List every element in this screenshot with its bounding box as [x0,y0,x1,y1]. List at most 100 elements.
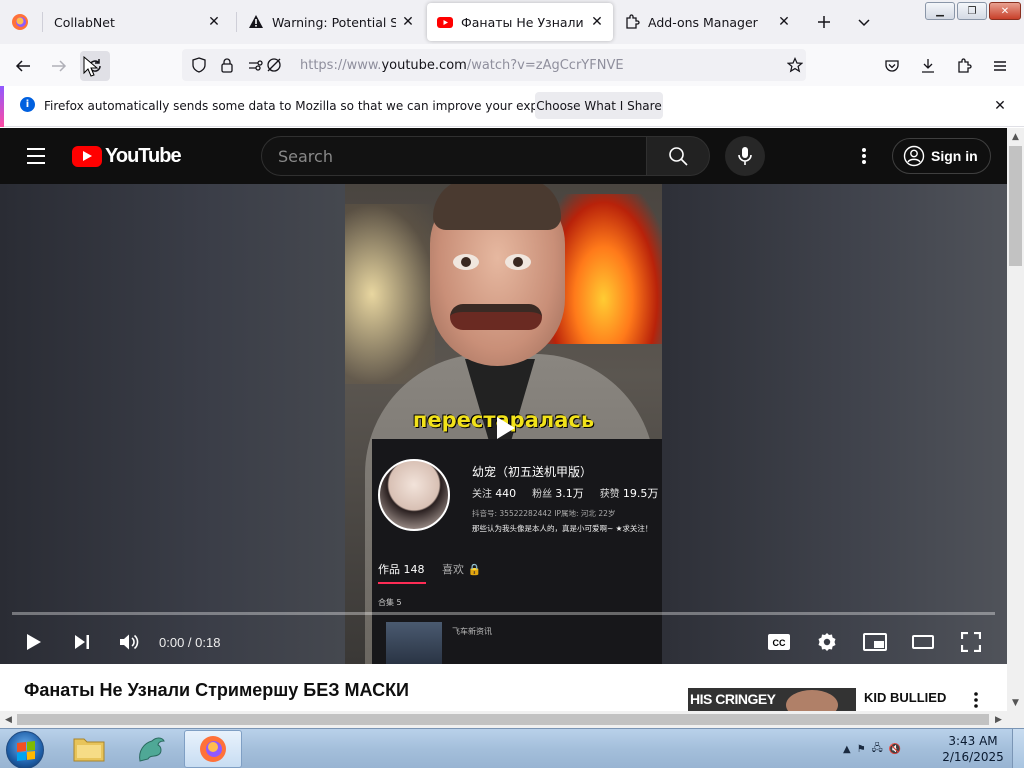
search-input[interactable]: Search [261,136,647,176]
horizontal-scrollbar[interactable]: ◀ ▶ [0,711,1024,728]
sign-in-button[interactable]: Sign in [892,138,991,174]
youtube-header: YouTube Search Sign in [0,128,1007,184]
search-button[interactable] [646,136,710,176]
scroll-left-arrow[interactable]: ◀ [0,711,17,728]
tab-addons-manager[interactable]: Add-ons Manager ✕ [614,3,800,41]
choose-what-i-share-button[interactable]: Choose What I Share [535,92,663,119]
scroll-right-arrow[interactable]: ▶ [990,711,1007,728]
scroll-down-arrow[interactable]: ▼ [1007,694,1024,711]
recommended-more-button[interactable] [968,690,984,710]
vertical-scrollbar[interactable]: ▲ ▼ [1007,128,1024,711]
stat-value: 3.1万 [555,487,584,500]
arrow-left-icon [15,60,30,72]
start-button[interactable] [6,731,44,768]
pocket-button[interactable] [877,51,907,81]
tab-collabnet[interactable]: CollabNet ✕ [44,3,230,41]
youtube-page: YouTube Search Sign in перестаралась 幼宠（… [0,128,1007,711]
youtube-logo-icon [72,146,102,167]
settings-button[interactable] [811,626,843,658]
profile-tab-works: 作品 148 [378,563,425,576]
puzzle-icon [958,58,972,73]
voice-search-button[interactable] [725,136,765,176]
tab-close-button[interactable]: ✕ [202,10,226,34]
settings-more-button[interactable] [852,144,876,168]
url-text[interactable]: https://www.youtube.com/watch?v=zAgCcrYF… [300,58,624,73]
stat-label: 关注 [472,489,492,500]
search-icon [669,147,688,166]
center-play-button[interactable] [486,408,526,448]
firefox-view-button[interactable] [8,10,32,34]
mute-button[interactable] [113,626,145,658]
show-desktop-button[interactable] [1012,729,1024,768]
fullscreen-icon [961,632,981,652]
minimize-button[interactable]: ▁ [925,2,955,20]
permissions-icon[interactable] [244,54,288,76]
tab-close-button[interactable]: ✕ [772,10,796,34]
account-icon [903,145,925,167]
volume-muted-icon[interactable]: 🔇 [889,744,901,755]
progress-bar[interactable] [12,612,995,615]
new-tab-button[interactable] [812,10,836,34]
tab-close-button[interactable]: ✕ [396,10,420,34]
youtube-icon [437,17,453,28]
recommended-thumb-face [786,690,838,711]
forward-button[interactable] [44,51,74,81]
profile-tab-likes-label: 喜欢 [442,563,464,576]
bookmark-star-icon[interactable] [784,54,806,76]
close-icon[interactable]: ✕ [990,96,1010,116]
guide-menu-button[interactable] [22,142,50,170]
play-icon [497,417,515,439]
pocket-icon [885,60,899,72]
restore-button[interactable]: ❐ [957,2,987,20]
taskbar-app-dragon[interactable] [122,730,180,768]
video-info-area: Фанаты Не Узнали Стримершу БЕЗ МАСКИ HIS… [0,664,1007,711]
network-icon[interactable]: 🖧 [872,741,883,758]
fullscreen-button[interactable] [955,626,987,658]
profile-stats: 关注 440 粉丝 3.1万 获赞 19.5万 [472,485,658,501]
taskbar-file-explorer[interactable] [60,730,118,768]
profile-meta: 抖音号: 35522282442 IP属地: 河北 22岁 [472,509,616,518]
video-player[interactable]: перестаралась 幼宠（初五送机甲版） 关注 440 粉丝 3.1万 … [0,184,1007,664]
miniplayer-button[interactable] [859,626,891,658]
tab-bar: CollabNet ✕ Warning: Potential Security … [0,0,1024,44]
shield-icon[interactable] [188,54,210,76]
tray-expand-icon[interactable]: ▲ [843,744,851,755]
close-window-button[interactable]: ✕ [989,2,1021,20]
url-path: /watch?v=zAgCcrYFNVE [466,57,624,73]
youtube-logo[interactable]: YouTube [72,145,182,168]
profile-name: 幼宠（初五送机甲版） [472,465,593,479]
vertical-scroll-thumb[interactable] [1009,146,1022,266]
video-person-eye [453,254,479,270]
profile-avatar [378,459,450,531]
lock-icon: 🔒 [467,563,482,576]
subtitles-button[interactable]: CC [763,626,795,658]
firefox-icon [200,736,226,762]
horizontal-scroll-thumb[interactable] [17,714,989,725]
taskbar-clock[interactable]: 3:43 AM 2/16/2025 [940,733,1006,765]
tab-close-button[interactable]: ✕ [585,10,609,34]
theater-mode-button[interactable] [907,626,939,658]
action-center-flag-icon[interactable]: ⚑ [857,744,866,755]
time-display: 0:00 / 0:18 [159,635,221,650]
downloads-button[interactable] [913,51,943,81]
tab-youtube-video[interactable]: Фанаты Не Узнали Стримершу БЕЗ МАСКИ ✕ [427,3,613,41]
puzzle-icon [626,14,640,29]
tab-security-warning[interactable]: Warning: Potential Security Risk Ahead ✕ [238,3,424,41]
microphone-icon [738,147,752,165]
lock-icon[interactable] [216,54,238,76]
scroll-up-arrow[interactable]: ▲ [1007,128,1024,145]
cc-label: CC [773,638,786,648]
back-button[interactable] [8,51,38,81]
recommended-video-title[interactable]: KID BULLIED [864,690,946,705]
taskbar-firefox[interactable] [184,730,242,768]
play-button[interactable] [18,626,50,658]
url-bar[interactable]: https://www.youtube.com/watch?v=zAgCcrYF… [182,49,806,81]
app-menu-button[interactable] [985,51,1015,81]
tab-title: CollabNet [54,14,115,30]
play-icon [27,634,41,650]
plus-icon [818,16,830,28]
recommended-video-thumbnail[interactable]: HIS CRINGEY [688,688,856,711]
next-button[interactable] [66,626,98,658]
list-all-tabs-button[interactable] [852,10,876,34]
extensions-button[interactable] [949,51,979,81]
